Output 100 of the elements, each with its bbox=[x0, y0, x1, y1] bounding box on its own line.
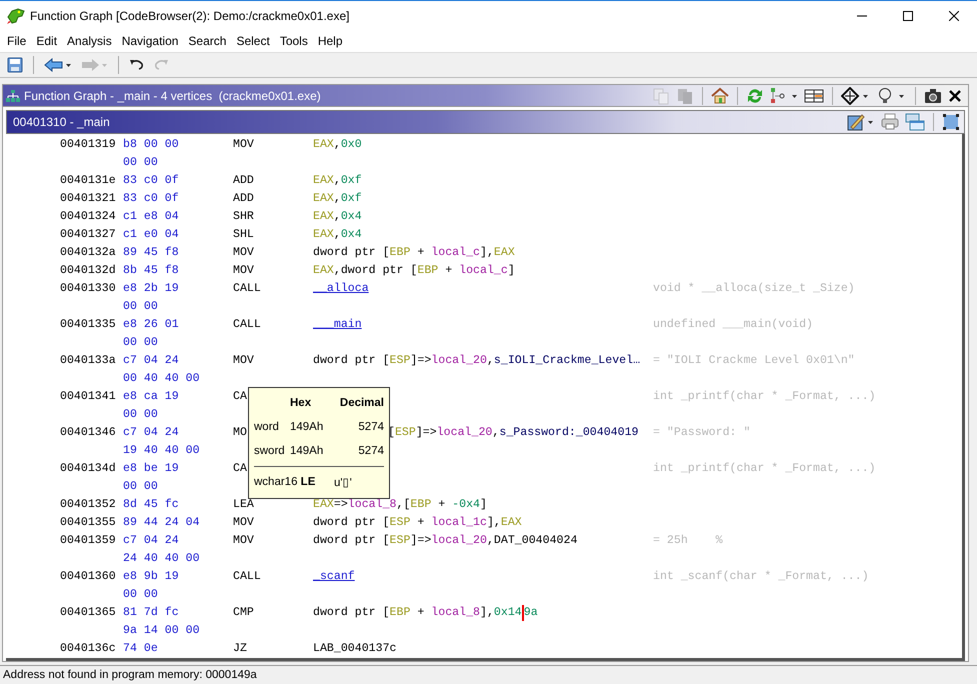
operand-text: EAX bbox=[313, 227, 334, 243]
address-text: 00401327 bbox=[59, 227, 117, 243]
operand-text: dword ptr [ bbox=[313, 533, 390, 549]
bytes-text: c7 04 24 bbox=[123, 353, 180, 369]
mnemonic-text: CALL bbox=[233, 282, 261, 295]
operand-text: 9a bbox=[524, 605, 538, 621]
operand-text: s_IOLI_Crackme_Level… bbox=[494, 353, 640, 369]
comment-text: void * __alloca(size_t _Size) bbox=[653, 281, 855, 297]
bytes-text: 24 40 40 00 bbox=[123, 551, 201, 567]
operand-text: ESP bbox=[394, 425, 416, 441]
menu-item[interactable]: File bbox=[2, 34, 32, 48]
operand-text: EAX bbox=[500, 515, 522, 531]
address-text: 0040131e bbox=[59, 173, 117, 189]
bytes-text: e8 2b 19 bbox=[123, 281, 180, 297]
type-label: wchar16 LE bbox=[254, 476, 316, 488]
graph-layout-icon bbox=[770, 86, 798, 104]
operand-text: ], bbox=[480, 605, 494, 621]
address-text: 00401319 bbox=[59, 137, 117, 153]
operand-text: __alloca bbox=[313, 281, 369, 297]
comment-text: int _printf(char * _Format, ...) bbox=[653, 389, 876, 405]
mnemonic-text: ADD bbox=[233, 174, 254, 187]
address-text: 00401359 bbox=[59, 533, 117, 549]
bytes-text: 00 00 bbox=[123, 299, 159, 315]
address-text: 00401335 bbox=[59, 317, 117, 333]
maximize-icon bbox=[903, 10, 913, 20]
char-value: u'▯' bbox=[334, 476, 353, 489]
operand-text: , bbox=[334, 191, 341, 207]
address-text: 00401352 bbox=[59, 497, 117, 513]
bytes-text: 00 00 bbox=[123, 407, 159, 423]
menu-item[interactable]: Help bbox=[312, 34, 348, 48]
operand-text: 0x4 bbox=[340, 227, 362, 243]
operand-text: ]=> bbox=[416, 425, 437, 441]
operand-text: ESP bbox=[390, 515, 410, 531]
bytes-text: c1 e8 04 bbox=[123, 209, 180, 225]
operand-text: , bbox=[492, 425, 500, 441]
operand-text: -0x4 bbox=[452, 497, 480, 513]
operand-text: EAX bbox=[313, 263, 334, 279]
operand-text: , bbox=[334, 227, 341, 243]
mnemonic-text: LEA bbox=[233, 498, 254, 511]
decimal-value: 5274 bbox=[357, 421, 384, 433]
redo-icon bbox=[153, 59, 169, 71]
address-text: 00401341 bbox=[59, 389, 117, 405]
right-arrow-icon bbox=[80, 58, 108, 72]
left-arrow-icon bbox=[44, 58, 72, 72]
bytes-text: 74 0e bbox=[123, 641, 159, 657]
operand-text: LAB_0040137c bbox=[313, 641, 396, 657]
light-bulb-icon bbox=[877, 86, 907, 104]
operand-text: local_8 bbox=[348, 497, 396, 513]
address-text: 00401324 bbox=[59, 209, 117, 225]
panel-title: Function Graph - _main - 4 vertices (crackme0x01.exe) bbox=[24, 88, 321, 102]
mnemonic-text: MOV bbox=[233, 138, 254, 151]
column-header: Hex bbox=[290, 397, 312, 409]
type-label: word bbox=[254, 421, 280, 433]
menu-item[interactable]: Select bbox=[231, 34, 275, 48]
operand-text: 0xf bbox=[340, 173, 362, 189]
operand-text: 0x0 bbox=[340, 137, 362, 153]
mnemonic-text: CA bbox=[233, 462, 247, 475]
operand-text: , bbox=[334, 137, 341, 153]
operand-text: EAX bbox=[494, 245, 515, 261]
bytes-text: c7 04 24 bbox=[123, 533, 180, 549]
mnemonic-text: MOV bbox=[233, 516, 254, 529]
comment-text: = "Password: " bbox=[653, 425, 750, 441]
menu-item[interactable]: Tools bbox=[274, 34, 313, 48]
mnemonic-text: SHL bbox=[233, 228, 254, 241]
address-text: 0040133a bbox=[59, 353, 117, 369]
operand-text: ESP bbox=[390, 353, 410, 369]
menu-item[interactable]: Navigation bbox=[116, 34, 184, 48]
mnemonic-text: SHR bbox=[233, 210, 254, 223]
refresh-icon bbox=[746, 86, 764, 104]
operand-text: EBP bbox=[390, 605, 410, 621]
comment-text: = "IOLI Crackme Level 0x01\n" bbox=[653, 353, 855, 369]
comment-text: = 25h % bbox=[653, 533, 723, 549]
bytes-text: e8 9b 19 bbox=[123, 569, 180, 585]
bytes-text: 19 40 40 00 bbox=[123, 443, 201, 459]
operand-text: EAX bbox=[313, 191, 334, 207]
operand-text: 0x14 bbox=[494, 605, 522, 621]
operand-text: , bbox=[486, 353, 494, 369]
menu-item[interactable]: Search bbox=[183, 34, 232, 48]
operand-text: + bbox=[444, 263, 454, 279]
operand-text: ,[ bbox=[396, 497, 410, 513]
mnemonic-text: MOV bbox=[233, 246, 254, 259]
menu-item[interactable]: Edit bbox=[31, 34, 62, 48]
menu-item[interactable]: Analysis bbox=[62, 34, 117, 48]
bytes-text: e8 be 19 bbox=[123, 461, 180, 477]
windows-button[interactable] bbox=[903, 111, 927, 133]
fit-view-button[interactable] bbox=[940, 111, 962, 133]
bytes-text: 00 00 bbox=[123, 587, 159, 603]
operand-text: , bbox=[334, 209, 341, 225]
block-title: 00401310 - _main bbox=[13, 115, 110, 129]
bytes-text: c7 04 24 bbox=[123, 425, 180, 441]
mnemonic-text: MOV bbox=[233, 534, 254, 547]
operand-text: local_20 bbox=[436, 425, 492, 441]
bytes-text: 89 44 24 04 bbox=[123, 515, 201, 531]
bytes-text: b8 00 00 bbox=[123, 137, 180, 153]
operand-text: EAX bbox=[313, 137, 334, 153]
address-text: 00401360 bbox=[59, 569, 117, 585]
bytes-text: 00 00 bbox=[123, 479, 159, 495]
selection-box-icon bbox=[942, 113, 960, 131]
mnemonic-text: CALL bbox=[233, 570, 261, 583]
bytes-text: e8 26 01 bbox=[123, 317, 180, 333]
